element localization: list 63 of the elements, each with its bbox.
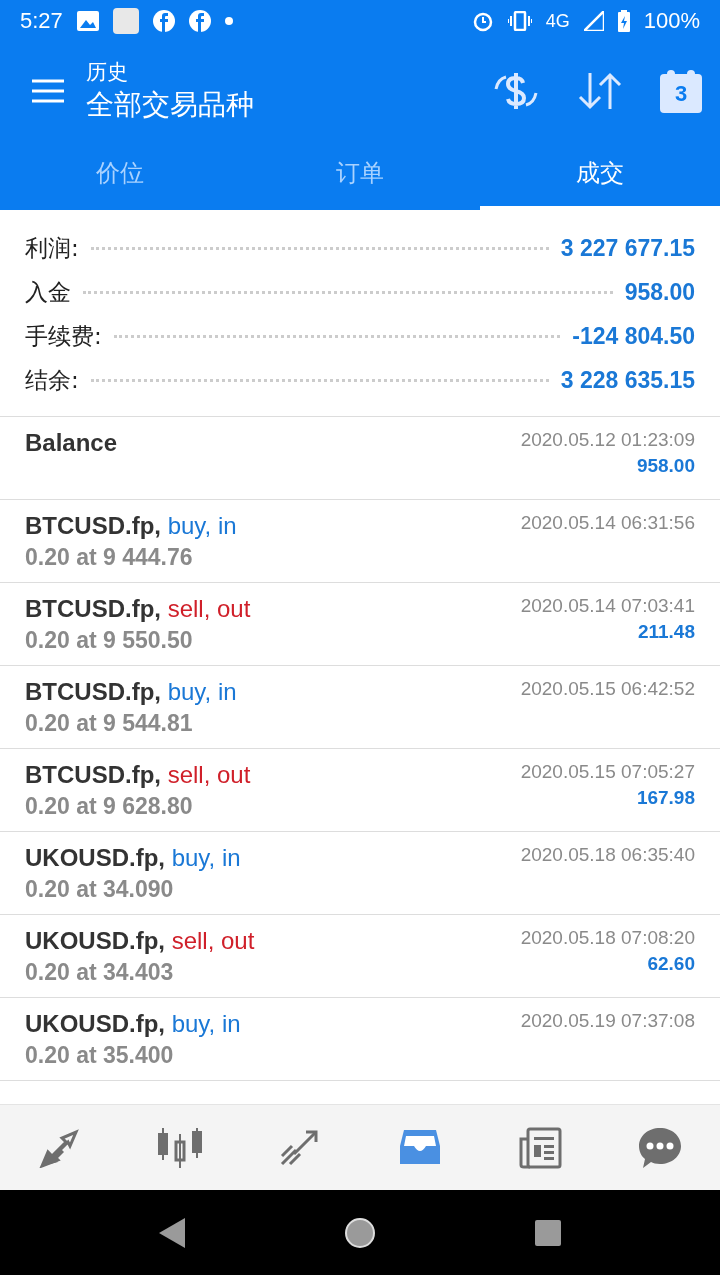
deal-time: 2020.05.14 07:03:41 xyxy=(520,595,695,617)
network-type: 4G xyxy=(545,10,570,32)
home-icon[interactable] xyxy=(344,1216,376,1249)
deal-profit: 958.00 xyxy=(636,455,695,477)
deal-volume-price: 0.20 at 34.090 xyxy=(25,876,175,903)
deal-title: Balance xyxy=(25,429,118,457)
deal-volume-price: 0.20 at 9 544.81 xyxy=(25,710,194,737)
summary-value: 3 227 677.15 xyxy=(560,234,695,262)
deal-row[interactable]: UKOUSD.fp, buy, in 0.20 at 34.090 2020.05.18 06:35:40 xyxy=(0,832,720,915)
facebook-icon xyxy=(152,10,175,32)
deal-profit: 62.60 xyxy=(647,953,695,975)
deal-time: 2020.05.15 07:05:27 xyxy=(520,761,695,783)
deal-title: UKOUSD.fp, buy, in xyxy=(25,844,241,872)
menu-button[interactable] xyxy=(30,78,66,104)
summary-value: -124 804.50 xyxy=(572,322,695,350)
deal-time: 2020.05.19 07:37:08 xyxy=(520,1010,695,1032)
image-icon xyxy=(76,11,99,31)
summary-label: 手续费: xyxy=(25,321,102,351)
summary-label: 利润: xyxy=(25,233,79,263)
signal-icon xyxy=(583,11,604,31)
deal-row[interactable]: UKOUSD.fp, sell, out 0.20 at 34.403 2020.05.18 07:08:20 62.60 xyxy=(0,915,720,998)
deal-title: BTCUSD.fp, buy, in xyxy=(25,678,237,706)
recents-icon[interactable] xyxy=(534,1219,561,1246)
deal-title: BTCUSD.fp, sell, out xyxy=(25,761,251,789)
deal-row[interactable]: BTCUSD.fp, sell, out 0.20 at 9 628.80 2020.05.15 07:05:27 167.98 xyxy=(0,749,720,832)
deal-title: UKOUSD.fp, buy, in xyxy=(25,1010,241,1038)
summary-value: 958.00 xyxy=(624,278,695,306)
summary-value: 3 228 635.15 xyxy=(560,366,695,394)
battery-level: 100% xyxy=(643,8,700,34)
sort-button[interactable] xyxy=(578,71,622,111)
deal-row[interactable]: Balance 2020.05.12 01:23:09 958.00 xyxy=(0,417,720,500)
alarm-icon xyxy=(471,10,494,32)
deal-row[interactable]: BTCUSD.fp, buy, in 0.20 at 9 444.76 2020.05.14 06:31:56 xyxy=(0,500,720,583)
deal-volume-price: 0.20 at 9 550.50 xyxy=(25,627,194,654)
clock-time: 5:27 xyxy=(20,8,63,34)
deal-row[interactable]: BTCUSD.fp, sell, out 0.20 at 9 550.50 2020.05.14 07:03:41 211.48 xyxy=(0,583,720,666)
deal-volume-price: 0.20 at 9 444.76 xyxy=(25,544,194,571)
deal-volume-price: 0.20 at 34.403 xyxy=(25,959,175,986)
tab[interactable]: 成交 xyxy=(480,140,720,210)
summary-label: 入金 xyxy=(25,277,71,307)
deal-time: 2020.05.12 01:23:09 xyxy=(520,429,695,451)
facebook-icon xyxy=(188,10,211,32)
vibrate-icon xyxy=(507,11,532,31)
back-icon[interactable] xyxy=(159,1217,186,1248)
deal-row[interactable]: BTCUSD.fp, buy, in 0.20 at 9 544.81 2020.05.15 06:42:52 xyxy=(0,666,720,749)
deal-profit: 211.48 xyxy=(637,621,695,643)
notification-icon xyxy=(112,8,139,34)
screen-subtitle: 历史 xyxy=(86,59,129,86)
battery-icon xyxy=(617,10,630,32)
deal-time: 2020.05.14 06:31:56 xyxy=(520,512,695,534)
deal-title: UKOUSD.fp, sell, out xyxy=(25,927,255,955)
deal-volume-price: 0.20 at 9 628.80 xyxy=(25,793,194,820)
deal-volume-price: 0.20 at 35.400 xyxy=(25,1042,175,1069)
deal-time: 2020.05.18 06:35:40 xyxy=(520,844,695,866)
dot-icon xyxy=(224,17,233,25)
deal-time: 2020.05.18 07:08:20 xyxy=(520,927,695,949)
deal-time: 2020.05.15 06:42:52 xyxy=(520,678,695,700)
deal-title: BTCUSD.fp, buy, in xyxy=(25,512,237,540)
deal-title: BTCUSD.fp, sell, out xyxy=(25,595,251,623)
deal-profit: 167.98 xyxy=(636,787,695,809)
deal-row[interactable]: UKOUSD.fp, buy, in 0.20 at 35.400 2020.05.19 07:37:08 xyxy=(0,998,720,1081)
screen-title: 全部交易品种 xyxy=(86,87,255,123)
summary-label: 结余: xyxy=(25,365,79,395)
